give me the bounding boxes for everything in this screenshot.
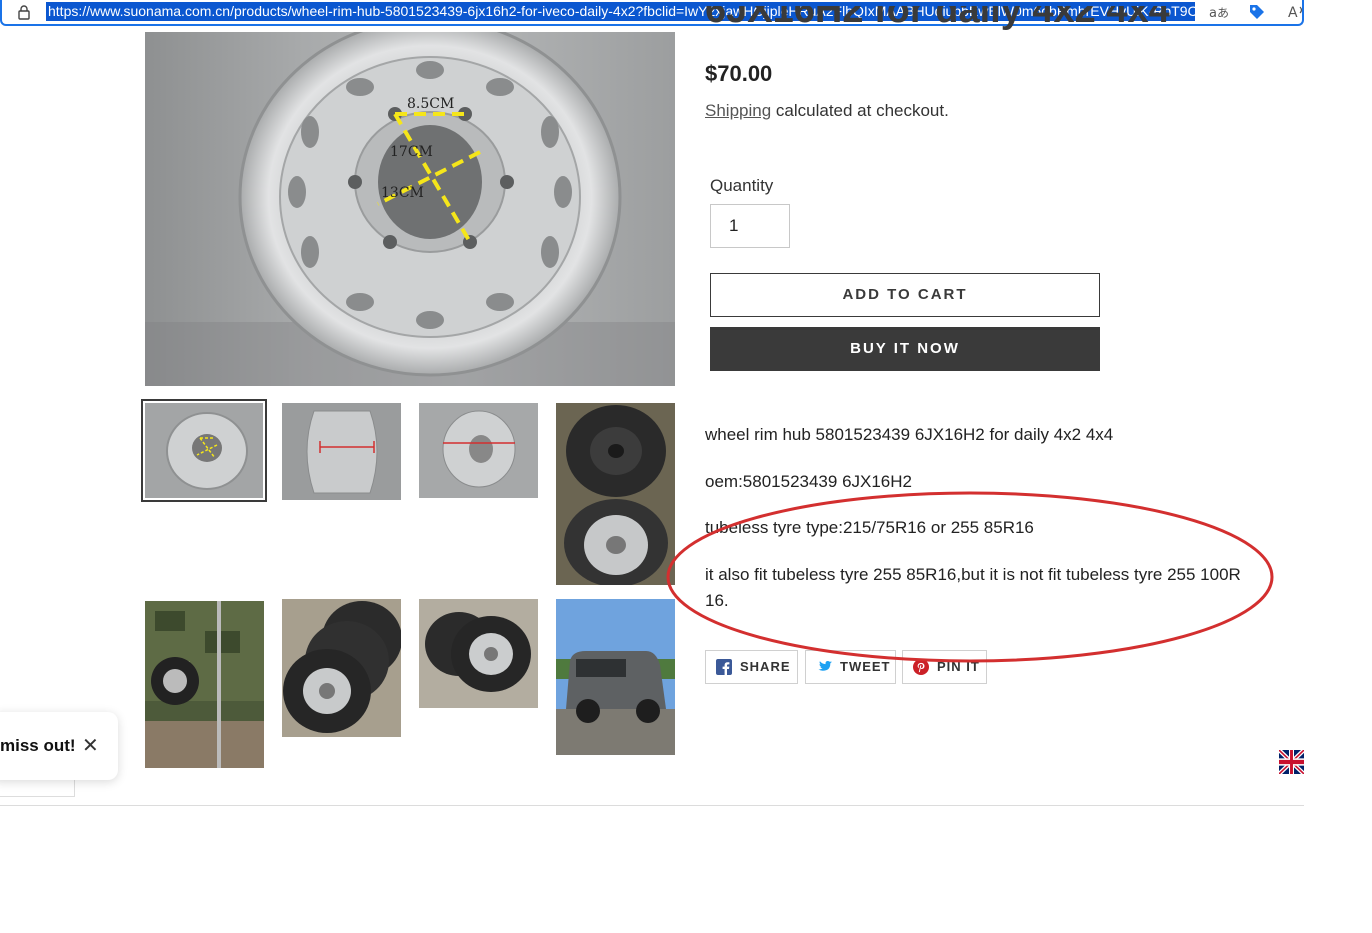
shipping-text: calculated at checkout. — [771, 101, 949, 120]
description-line-4: it also fit tubeless tyre 255 85R16,but … — [705, 565, 1241, 610]
pin-it-label: PIN IT — [937, 659, 980, 674]
description-line-3: tubeless tyre type:215/75R16 or 255 85R1… — [705, 518, 1034, 537]
shipping-link[interactable]: Shipping — [705, 101, 771, 120]
dim-label-b: 17CM — [390, 144, 433, 160]
footer-divider — [0, 805, 1304, 806]
close-icon[interactable]: ✕ — [82, 736, 99, 756]
share-twitter-label: TWEET — [840, 659, 891, 674]
read-aloud-icon[interactable]: A — [1286, 2, 1306, 22]
lock-icon — [18, 5, 30, 20]
buy-it-now-button[interactable]: BUY IT NOW — [710, 327, 1100, 371]
facebook-icon — [716, 659, 732, 675]
quantity-input[interactable] — [710, 204, 790, 248]
share-facebook-button[interactable]: SHARE — [705, 650, 798, 684]
thumbnail-3[interactable] — [419, 403, 538, 498]
svg-text:A: A — [1288, 5, 1298, 21]
coupon-tag-icon[interactable] — [1247, 2, 1267, 22]
thumbnail-7[interactable] — [419, 599, 538, 708]
svg-text:あ: あ — [1217, 6, 1228, 20]
product-title: 6JX16H2 for daily 4x2 4x4 — [705, 6, 1170, 31]
product-price: $70.00 — [705, 61, 773, 86]
dim-label-c: 13CM — [381, 185, 424, 201]
dim-label-a: 8.5CM — [407, 96, 454, 112]
svg-text:a: a — [1209, 6, 1217, 21]
newsletter-toast[interactable]: miss out! ✕ — [0, 712, 118, 780]
add-to-cart-button[interactable]: ADD TO CART — [710, 273, 1100, 317]
thumbnail-8[interactable] — [556, 599, 675, 755]
thumbnail-4[interactable] — [556, 403, 675, 585]
share-twitter-button[interactable]: TWEET — [805, 650, 896, 684]
thumbnail-6[interactable] — [282, 599, 401, 737]
share-facebook-label: SHARE — [740, 659, 791, 674]
pinterest-icon — [913, 659, 929, 675]
quantity-label: Quantity — [710, 176, 774, 195]
description-line-2: oem:5801523439 6JX16H2 — [705, 472, 912, 491]
toast-underlay — [0, 780, 75, 797]
description-line-1: wheel rim hub 5801523439 6JX16H2 for dai… — [705, 425, 1114, 444]
uk-flag-icon[interactable] — [1279, 750, 1304, 774]
pin-it-button[interactable]: PIN IT — [902, 650, 987, 684]
thumbnail-5[interactable] — [145, 601, 264, 768]
thumbnail-2[interactable] — [282, 403, 401, 500]
twitter-icon — [818, 661, 832, 671]
translate-icon[interactable]: a あ — [1208, 2, 1228, 22]
toast-text: miss out! — [0, 736, 76, 755]
thumbnail-1[interactable] — [141, 399, 267, 502]
main-product-image[interactable]: 8.5CM 17CM 13CM — [145, 32, 675, 386]
shipping-note: Shipping calculated at checkout. — [705, 101, 949, 121]
